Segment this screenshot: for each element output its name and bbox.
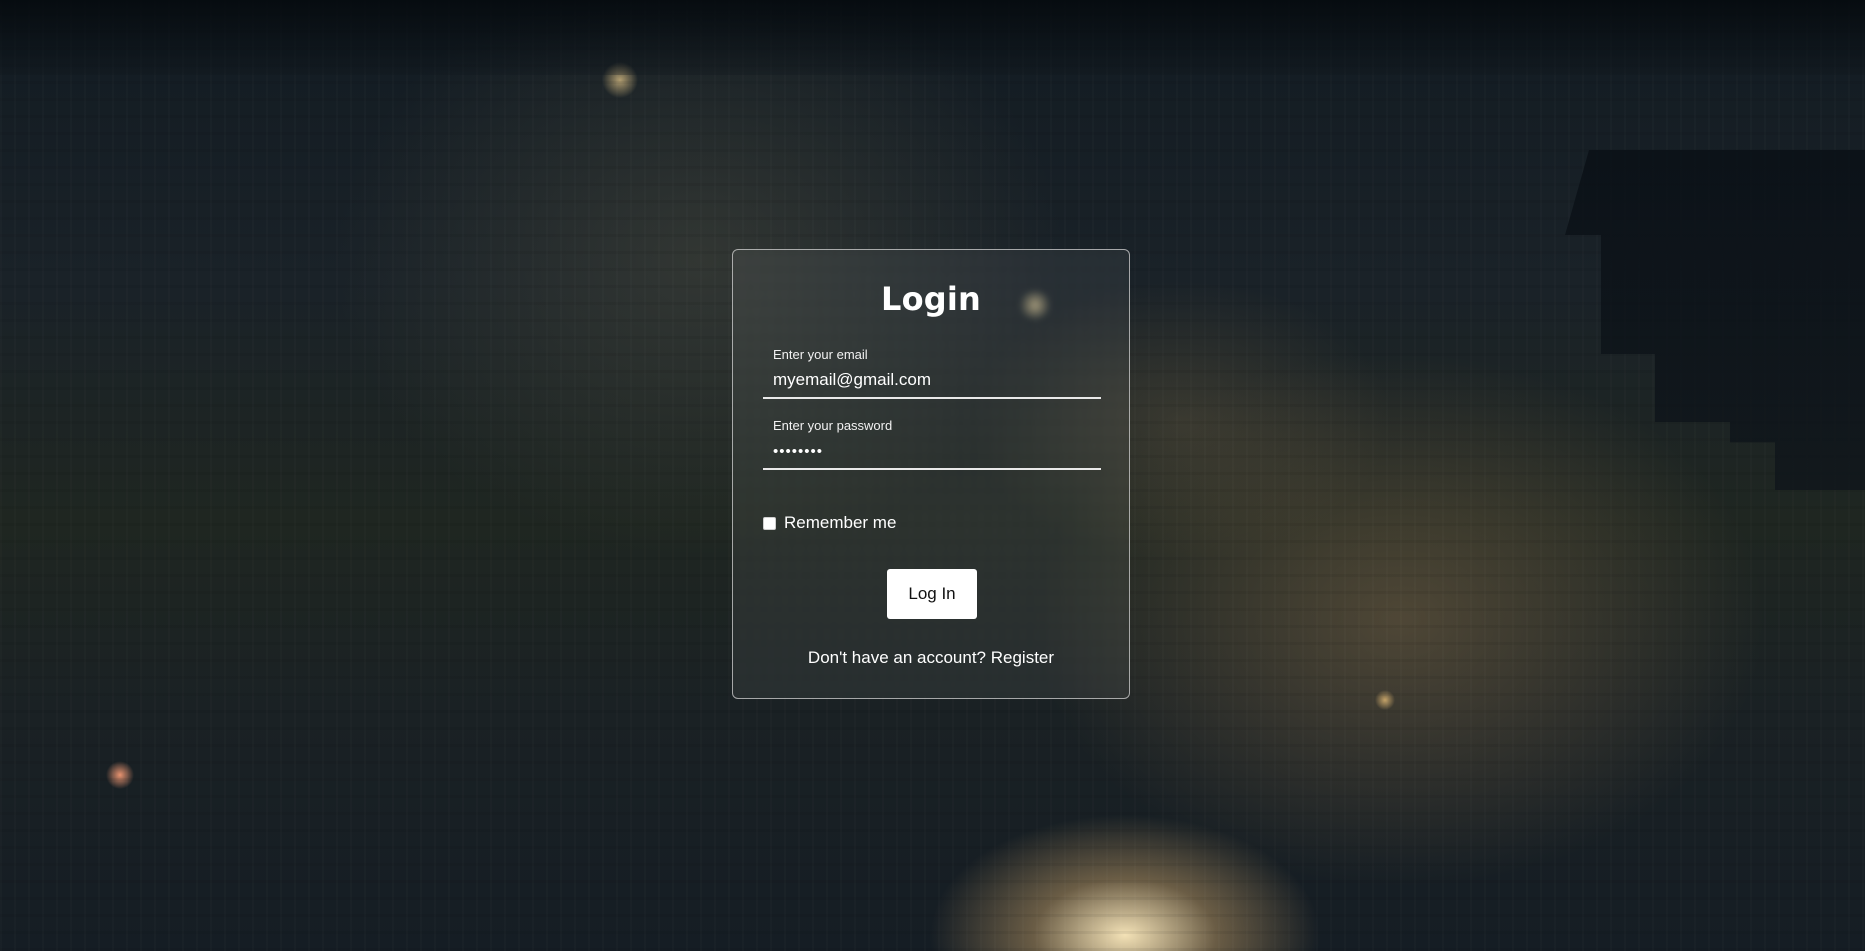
email-field[interactable]: Enter your email	[763, 347, 1101, 399]
login-button[interactable]: Log In	[887, 569, 977, 619]
remember-me[interactable]: Remember me	[763, 513, 896, 533]
password-input[interactable]	[773, 439, 1093, 463]
register-prompt-text: Don't have an account?	[807, 648, 987, 667]
background-building	[1565, 150, 1865, 490]
remember-me-checkbox[interactable]	[763, 516, 776, 530]
login-card: Login Enter your email Enter your passwo…	[732, 249, 1130, 699]
login-title: Login	[880, 280, 982, 318]
email-input[interactable]	[773, 368, 1093, 392]
password-label: Enter your password	[773, 418, 893, 433]
background-scene: Login Enter your email Enter your passwo…	[0, 0, 1865, 951]
background-top-band	[0, 0, 1865, 75]
password-field[interactable]: Enter your password	[763, 418, 1101, 470]
remember-me-label: Remember me	[784, 513, 897, 532]
register-prompt-line: Don't have an account? Register	[733, 648, 1129, 668]
email-label: Enter your email	[773, 347, 868, 362]
register-link[interactable]: Register	[991, 648, 1054, 667]
